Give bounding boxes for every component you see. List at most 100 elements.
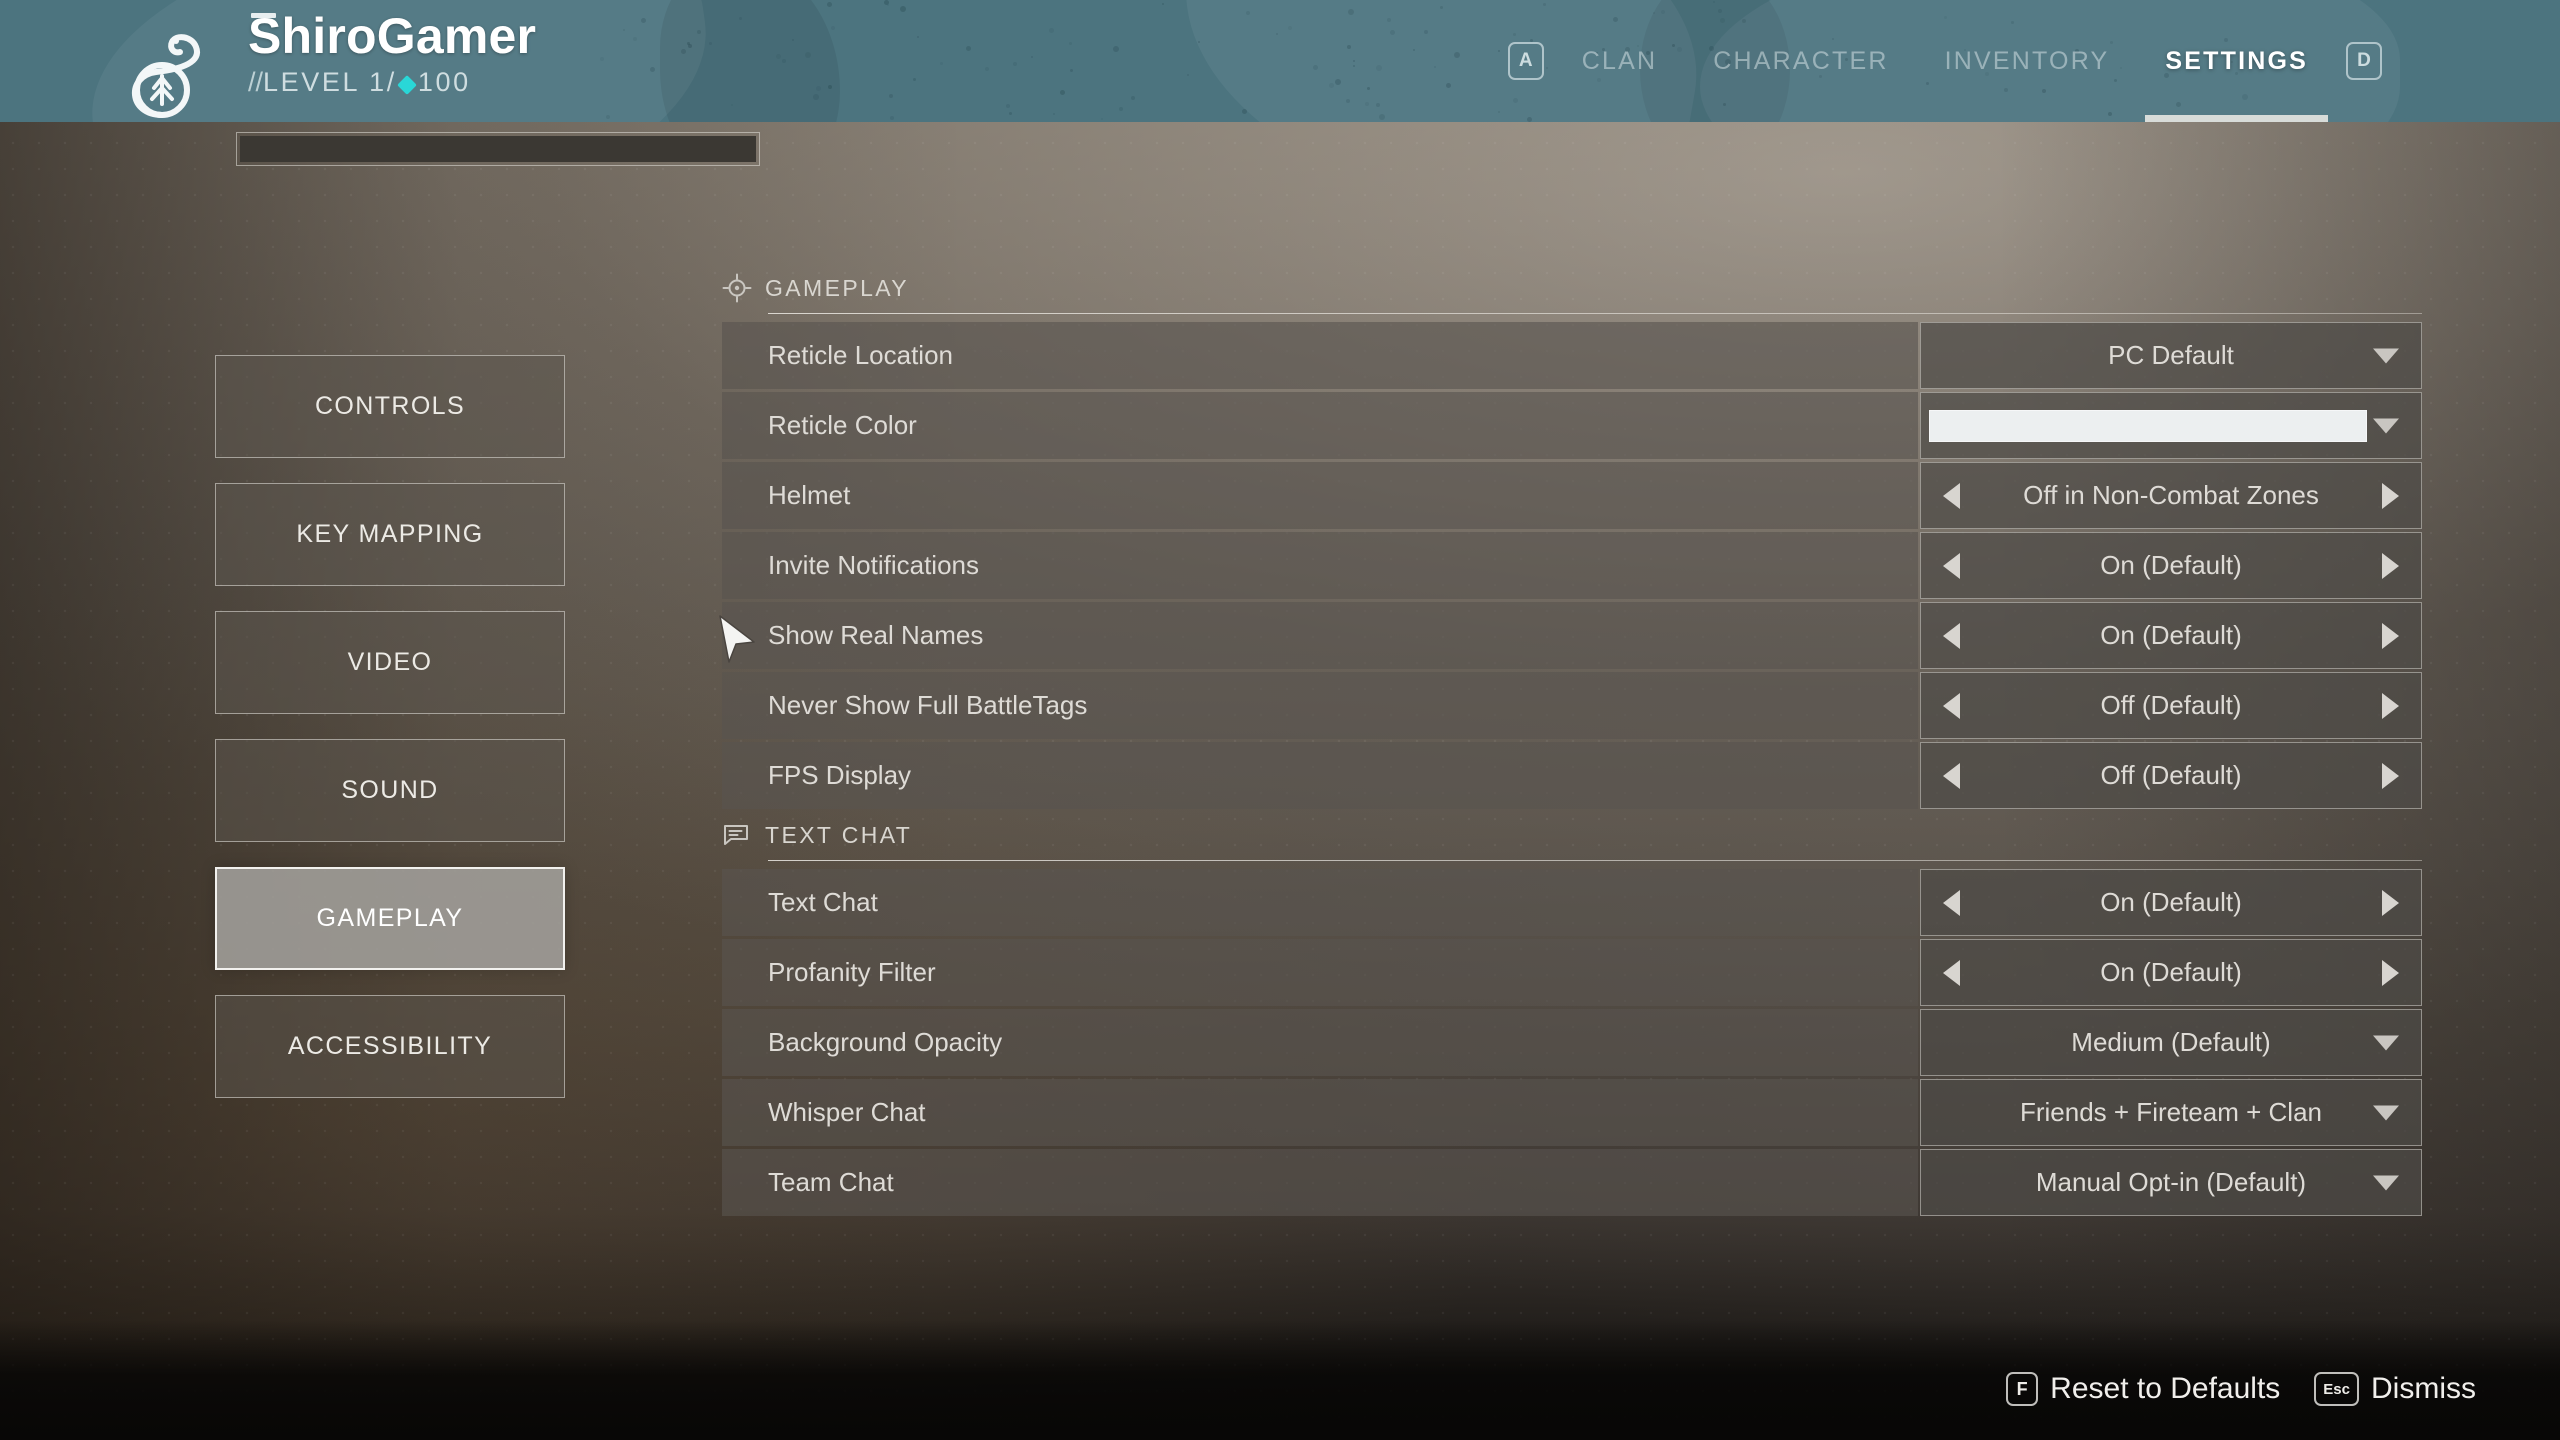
- nav-next-key[interactable]: D: [2346, 42, 2382, 80]
- header-speck: [791, 38, 794, 41]
- section-divider: [768, 860, 2422, 861]
- stepper-prev-icon[interactable]: [1943, 552, 1960, 579]
- stepper-next-icon[interactable]: [2382, 889, 2399, 916]
- setting-label: Reticle Location: [722, 322, 1918, 389]
- setting-value: On (Default): [2100, 620, 2242, 650]
- setting-label: Profanity Filter: [722, 939, 1918, 1006]
- stepper-prev-icon[interactable]: [1943, 959, 1960, 986]
- team-chat-dropdown[interactable]: Manual Opt-in (Default): [1920, 1149, 2422, 1216]
- chevron-down-icon[interactable]: [2373, 418, 2399, 433]
- setting-label: Never Show Full BattleTags: [722, 672, 1918, 739]
- setting-row-whisper-chat[interactable]: Whisper Chat Friends + Fireteam + Clan: [722, 1079, 2422, 1146]
- header-speck: [1012, 61, 1017, 66]
- sidebar-item-accessibility[interactable]: ACCESSIBILITY: [215, 995, 565, 1098]
- nav-item-character[interactable]: CHARACTER: [1685, 0, 1916, 122]
- text-chat-stepper[interactable]: On (Default): [1920, 869, 2422, 936]
- stepper-prev-icon[interactable]: [1943, 482, 1960, 509]
- header-speck: [965, 46, 971, 52]
- nav-label: SETTINGS: [2165, 46, 2308, 75]
- section-title: TEXT CHAT: [765, 821, 913, 848]
- header-speck: [985, 66, 990, 71]
- light-level: 100: [417, 67, 471, 97]
- setting-row-reticle-location[interactable]: Reticle Location PC Default: [722, 322, 2422, 389]
- reticle-color-dropdown[interactable]: [1920, 392, 2422, 459]
- sidebar-item-controls[interactable]: CONTROLS: [215, 355, 565, 458]
- stepper-next-icon[interactable]: [2382, 692, 2399, 719]
- setting-row-profanity-filter[interactable]: Profanity Filter On (Default): [722, 939, 2422, 1006]
- light-gem-icon: [397, 75, 417, 95]
- stepper-next-icon[interactable]: [2382, 552, 2399, 579]
- sidebar-item-key-mapping[interactable]: KEY MAPPING: [215, 483, 565, 586]
- stepper-next-icon[interactable]: [2382, 762, 2399, 789]
- sidebar-item-label: GAMEPLAY: [316, 904, 464, 932]
- setting-row-fps-display[interactable]: FPS Display Off (Default): [722, 742, 2422, 809]
- header-speck: [1100, 117, 1103, 120]
- player-identity: ShiroGamer //LEVEL 1/100: [248, 10, 536, 97]
- setting-row-helmet[interactable]: Helmet Off in Non-Combat Zones: [722, 462, 2422, 529]
- header-speck: [1031, 55, 1034, 58]
- stepper-prev-icon[interactable]: [1943, 889, 1960, 916]
- sidebar-item-sound[interactable]: SOUND: [215, 739, 565, 842]
- helmet-stepper[interactable]: Off in Non-Combat Zones: [1920, 462, 2422, 529]
- setting-row-text-chat[interactable]: Text Chat On (Default): [722, 869, 2422, 936]
- header-speck: [1424, 29, 1429, 34]
- setting-row-reticle-color[interactable]: Reticle Color: [722, 392, 2422, 459]
- header-speck: [1008, 111, 1012, 115]
- active-tab-underline: [2145, 115, 2328, 122]
- never-show-full-battletags-stepper[interactable]: Off (Default): [1920, 672, 2422, 739]
- header-speck: [1433, 66, 1436, 69]
- stepper-next-icon[interactable]: [2382, 622, 2399, 649]
- settings-category-list[interactable]: CONTROLS KEY MAPPING VIDEO SOUND GAMEPLA…: [215, 355, 565, 1123]
- chevron-down-icon[interactable]: [2373, 1175, 2399, 1190]
- nav-prev-key[interactable]: A: [1507, 42, 1544, 80]
- sidebar-item-gameplay[interactable]: GAMEPLAY: [215, 867, 565, 970]
- color-swatch[interactable]: [1929, 409, 2367, 442]
- nav-item-settings[interactable]: SETTINGS: [2137, 0, 2336, 122]
- header-speck: [1439, 6, 1443, 10]
- nav-item-clan[interactable]: CLAN: [1554, 0, 1686, 122]
- sidebar-item-video[interactable]: VIDEO: [215, 611, 565, 714]
- nav-item-inventory[interactable]: INVENTORY: [1917, 0, 2138, 122]
- dismiss-action[interactable]: Esc Dismiss: [2314, 1372, 2476, 1406]
- background-opacity-dropdown[interactable]: Medium (Default): [1920, 1009, 2422, 1076]
- header-speck: [899, 5, 906, 12]
- chevron-down-icon[interactable]: [2373, 1035, 2399, 1050]
- header-speck: [1005, 104, 1010, 109]
- setting-row-show-real-names[interactable]: Show Real Names On (Default): [722, 602, 2422, 669]
- setting-row-invite-notifications[interactable]: Invite Notifications On (Default): [722, 532, 2422, 599]
- header-speck: [1186, 74, 1189, 77]
- header-speck: [1069, 69, 1073, 73]
- setting-value: Manual Opt-in (Default): [2035, 1167, 2307, 1197]
- key-f-icon[interactable]: F: [2006, 1372, 2039, 1406]
- setting-value: On (Default): [2100, 957, 2242, 987]
- key-esc-icon[interactable]: Esc: [2314, 1372, 2359, 1406]
- header-speck: [812, 93, 819, 100]
- nav-label: INVENTORY: [1944, 46, 2110, 75]
- header-speck: [681, 48, 686, 54]
- setting-label: Reticle Color: [722, 392, 1918, 459]
- chevron-down-icon[interactable]: [2373, 1105, 2399, 1120]
- stepper-next-icon[interactable]: [2382, 482, 2399, 509]
- profanity-filter-stepper[interactable]: On (Default): [1920, 939, 2422, 1006]
- show-real-names-stepper[interactable]: On (Default): [1920, 602, 2422, 669]
- fps-display-stepper[interactable]: Off (Default): [1920, 742, 2422, 809]
- main-nav[interactable]: A CLAN CHARACTER INVENTORY SETTINGS D: [1498, 0, 2392, 122]
- header-speck: [1347, 44, 1352, 49]
- header-blob: [660, 0, 840, 122]
- sidebar-item-label: KEY MAPPING: [296, 520, 484, 548]
- invite-notifications-stepper[interactable]: On (Default): [1920, 532, 2422, 599]
- reticle-location-dropdown[interactable]: PC Default: [1920, 322, 2422, 389]
- setting-label: Show Real Names: [722, 602, 1918, 669]
- chevron-down-icon[interactable]: [2373, 348, 2399, 363]
- header-speck: [1242, 108, 1248, 114]
- whisper-chat-dropdown[interactable]: Friends + Fireteam + Clan: [1920, 1079, 2422, 1146]
- setting-row-never-show-full-battletags[interactable]: Never Show Full BattleTags Off (Default): [722, 672, 2422, 739]
- stepper-next-icon[interactable]: [2382, 959, 2399, 986]
- setting-row-background-opacity[interactable]: Background Opacity Medium (Default): [722, 1009, 2422, 1076]
- reset-to-defaults-action[interactable]: F Reset to Defaults: [2006, 1372, 2280, 1406]
- reticle-icon: [722, 273, 752, 303]
- stepper-prev-icon[interactable]: [1943, 762, 1960, 789]
- stepper-prev-icon[interactable]: [1943, 622, 1960, 649]
- stepper-prev-icon[interactable]: [1943, 692, 1960, 719]
- setting-row-team-chat[interactable]: Team Chat Manual Opt-in (Default): [722, 1149, 2422, 1216]
